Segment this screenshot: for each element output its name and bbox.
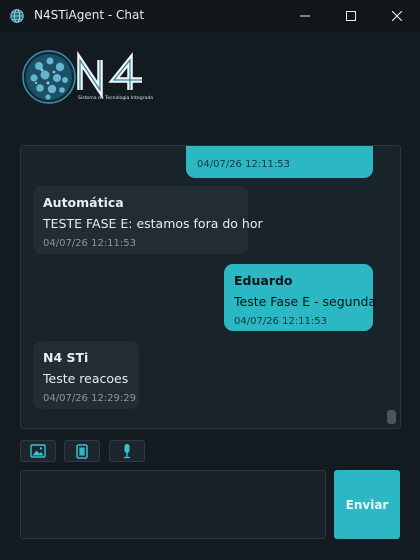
message-bubble-incoming: N4 STi Teste reacoes 04/07/26 12:29:29 [33,341,139,409]
message-bubble-incoming: Automática TESTE FASE E: estamos fora do… [33,186,263,254]
image-icon [30,444,46,458]
close-button[interactable] [374,0,420,32]
minimize-button[interactable] [282,0,328,32]
minimize-icon [300,15,310,17]
logo-tagline: Sistema de Tecnologia Integrada [78,95,153,101]
message-text: TESTE FASE E: estamos fora do hor [43,216,263,231]
chat-window: N4STiAgent - Chat Sistema de Tecnologia … [0,0,420,560]
message-bubble-outgoing: 04/07/26 12:11:53 [186,146,373,178]
maximize-button[interactable] [328,0,374,32]
title-bar[interactable]: N4STiAgent - Chat [0,0,420,32]
message-input[interactable] [20,470,326,539]
message-sender: N4 STi [43,350,89,365]
attach-document-button[interactable] [64,440,100,462]
message-sender: Automática [43,195,124,210]
app-globe-icon [10,9,24,23]
message-text: Teste Fase E - segunda [234,294,377,309]
document-icon [76,443,88,459]
close-icon [392,11,402,21]
message-sender: Eduardo [234,273,293,288]
chat-messages-panel[interactable]: 04/07/26 12:11:53 Automática TESTE FASE … [20,145,401,429]
scrollbar-thumb[interactable] [387,410,396,424]
send-button[interactable]: Enviar [334,470,400,539]
microphone-icon [124,444,130,459]
record-audio-button[interactable] [109,440,145,462]
message-bubble-outgoing: Eduardo Teste Fase E - segunda 04/07/26 … [224,264,377,331]
maximize-icon [346,11,356,21]
message-timestamp: 04/07/26 12:11:53 [197,159,291,170]
message-text: Teste reacoes [43,371,129,386]
attach-image-button[interactable] [20,440,56,462]
window-title: N4STiAgent - Chat [34,8,145,22]
message-timestamp: 04/07/26 12:29:29 [43,393,137,404]
message-timestamp: 04/07/26 12:11:53 [234,316,328,327]
n4-logo: Sistema de Tecnologia Integrada [22,50,153,104]
message-timestamp: 04/07/26 12:11:53 [43,238,137,249]
